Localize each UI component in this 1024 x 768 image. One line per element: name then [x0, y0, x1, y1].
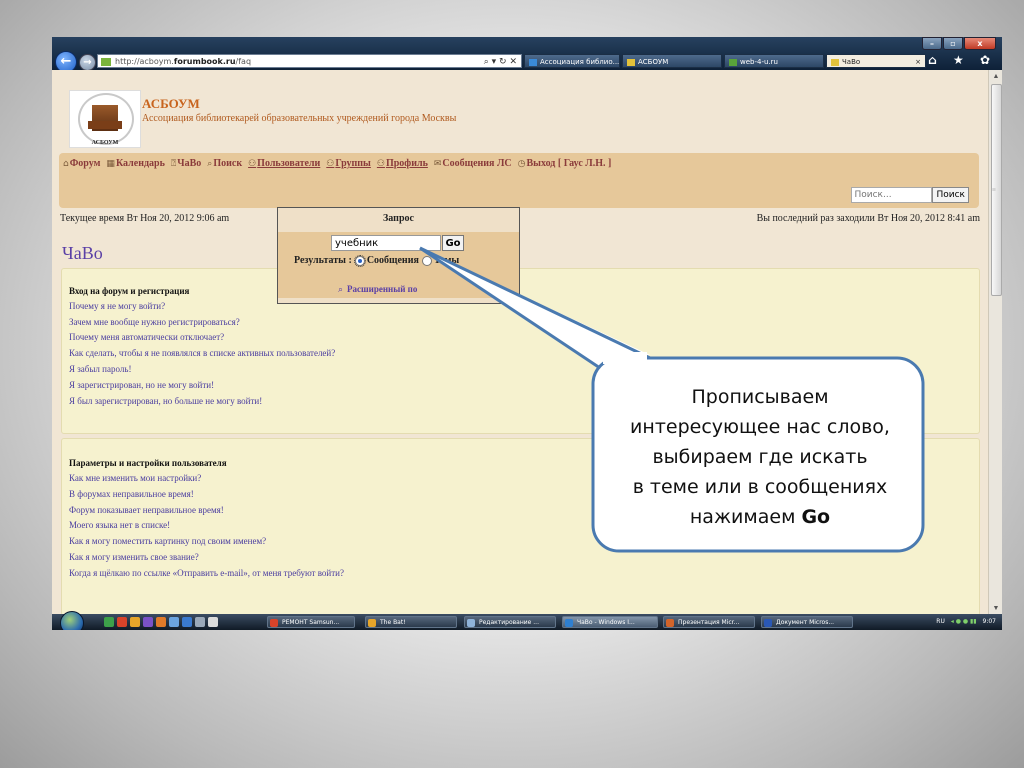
callout-line: выбираем где искать [652, 446, 868, 468]
callout-join [603, 352, 647, 364]
callout-pointer-edge [419, 246, 651, 360]
callout-pointer-edge [419, 246, 601, 370]
callout-line: в теме или в сообщениях [632, 476, 888, 498]
callout-go: Go [801, 506, 831, 528]
callout-line: интересующее нас слово, [630, 416, 890, 438]
callout-line: Прописываем [691, 386, 829, 408]
callout-line: нажимаем Go [689, 506, 831, 528]
callout-text: Прописываем интересующее нас слово, выби… [598, 382, 922, 532]
